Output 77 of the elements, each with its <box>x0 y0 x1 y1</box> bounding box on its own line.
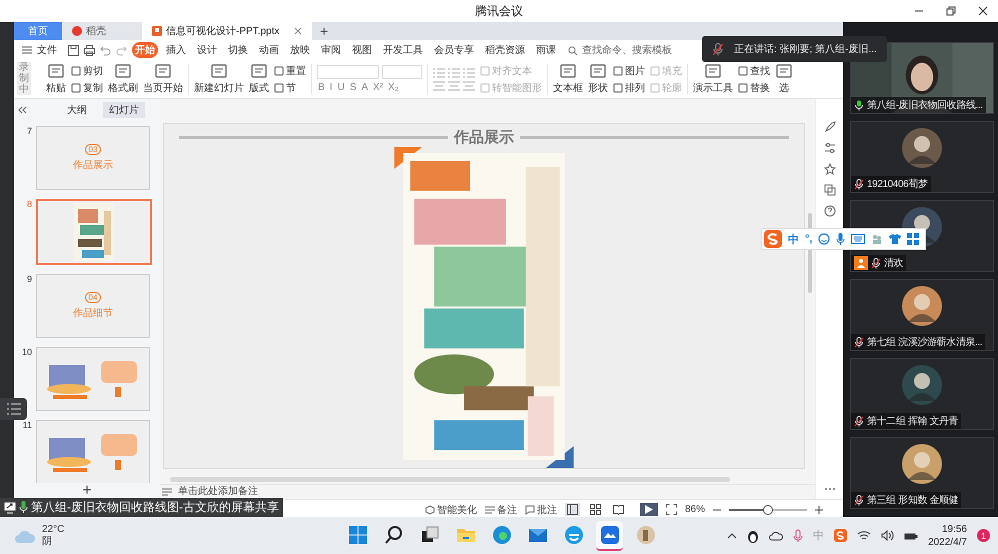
ribbon-button[interactable]: 复制 <box>71 80 103 94</box>
section-title: 作品细节 <box>73 306 113 320</box>
format-button[interactable]: U <box>336 82 346 93</box>
ribbon-button[interactable]: 粘贴 <box>46 64 66 94</box>
ribbon-button[interactable]: 版式 <box>249 64 269 94</box>
participant-name: 第三组 形知数 金顺健 <box>867 494 958 507</box>
search-field[interactable]: 查找命令、搜索模板 <box>568 44 680 56</box>
window-title: 腾讯会议 <box>475 2 523 20</box>
participant-tile[interactable]: 第三组 形知数 金顺健 <box>850 437 994 509</box>
ribbon-tab[interactable]: 插入 <box>163 42 189 58</box>
status-button[interactable]: 备注 <box>484 502 517 516</box>
participant-name: 19210406荀梦 <box>867 178 928 191</box>
slide-number: 7 <box>26 126 32 136</box>
participant-tile[interactable]: 第十二组 挥翰 文丹青 <box>850 358 994 430</box>
document-tab[interactable]: 信息可视化设计-PPT.pptx <box>142 22 312 40</box>
status-button[interactable]: 批注 <box>524 502 557 516</box>
document-tab[interactable]: 稻壳 <box>62 22 142 40</box>
recording-tag: 录制中 <box>17 62 31 95</box>
ribbon-tab[interactable]: 审阅 <box>318 42 344 58</box>
status-button[interactable]: 智能美化 <box>424 502 477 516</box>
ribbon-button[interactable]: 选 <box>775 64 793 94</box>
participant-name: 第七组 浣溪沙游蕲水清泉... <box>867 336 982 349</box>
ribbon-button[interactable]: 形状 <box>588 64 608 94</box>
slide-title: 作品展示 <box>454 128 514 147</box>
participant-tile[interactable]: 第七组 浣溪沙游蕲水清泉... <box>850 279 994 351</box>
caption-text: 第八组-废旧衣物回收路线图-古文欣的屏幕共享 <box>31 499 279 516</box>
ribbon-button[interactable]: 图片 <box>613 64 645 78</box>
slide-number: 8 <box>26 199 32 209</box>
format-button[interactable]: X₂ <box>387 82 400 93</box>
slide-number: 9 <box>26 274 32 284</box>
slide-number: 10 <box>20 347 32 357</box>
ribbon-tab[interactable]: 会员专享 <box>431 42 477 58</box>
panel-tab[interactable]: 幻灯片 <box>103 102 145 118</box>
format-button[interactable]: X² <box>372 82 384 93</box>
ribbon-tab[interactable]: 切换 <box>225 42 251 58</box>
ribbon-button[interactable]: 格式刷 <box>108 64 138 94</box>
slide-number: 11 <box>22 420 32 430</box>
ime-toggle[interactable]: °, <box>805 233 812 245</box>
ribbon-button[interactable]: 文本框 <box>553 64 583 94</box>
notification-badge[interactable]: 1 <box>977 529 990 542</box>
ribbon-tab[interactable]: 放映 <box>287 42 313 58</box>
panel-tab[interactable]: 大纲 <box>61 102 93 118</box>
clock-time[interactable]: 19:56 <box>942 522 967 536</box>
ribbon-button[interactable]: 重置 <box>274 64 306 78</box>
new-tab-button[interactable]: + <box>312 22 336 40</box>
ribbon-button[interactable]: 演示工具 <box>693 64 733 94</box>
participant-name: 第八组-废旧衣物回收路线... <box>867 98 983 112</box>
format-button[interactable]: A <box>360 82 370 93</box>
ribbon-tab[interactable]: 视图 <box>349 42 375 58</box>
clock-date[interactable]: 2022/4/7 <box>928 536 967 548</box>
ribbon-tab[interactable]: 设计 <box>194 42 220 58</box>
participant-name: 清欢 <box>884 256 904 270</box>
ribbon-tab[interactable]: 开发工具 <box>380 42 426 58</box>
ribbon-button[interactable]: 替换 <box>738 80 770 94</box>
ribbon-button[interactable]: 当页开始 <box>143 64 183 94</box>
format-button[interactable]: I <box>328 82 334 93</box>
participant-name: 第十二组 挥翰 文丹青 <box>867 414 958 428</box>
section-number: 04 <box>84 292 102 303</box>
notes-field[interactable]: 单击此处添加备注 <box>176 485 380 498</box>
temperature: 22°C <box>42 524 64 536</box>
file-menu[interactable]: 文件 <box>37 43 57 57</box>
ribbon-button[interactable]: 节 <box>274 80 306 94</box>
section-title: 作品展示 <box>73 159 113 172</box>
ime-toggle[interactable]: 中 <box>788 232 799 246</box>
format-button[interactable]: S <box>348 82 358 93</box>
weather-condition: 阴 <box>42 536 53 548</box>
participant-tile[interactable]: 19210406荀梦 <box>850 121 994 193</box>
ribbon-tab[interactable]: 稻壳资源 <box>482 42 528 58</box>
ribbon-button[interactable]: 排列 <box>613 80 645 94</box>
format-button[interactable]: B <box>317 82 326 93</box>
ribbon-tab[interactable]: 动画 <box>256 42 282 58</box>
ribbon-button[interactable]: 新建幻灯片 <box>194 64 244 94</box>
ribbon-tab[interactable]: 雨课 <box>533 42 559 58</box>
zoom-level[interactable]: 86% <box>684 504 705 515</box>
ribbon-button[interactable]: 剪切 <box>71 64 103 78</box>
section-number: 03 <box>84 144 102 155</box>
ribbon-button[interactable]: 查找 <box>738 64 770 78</box>
